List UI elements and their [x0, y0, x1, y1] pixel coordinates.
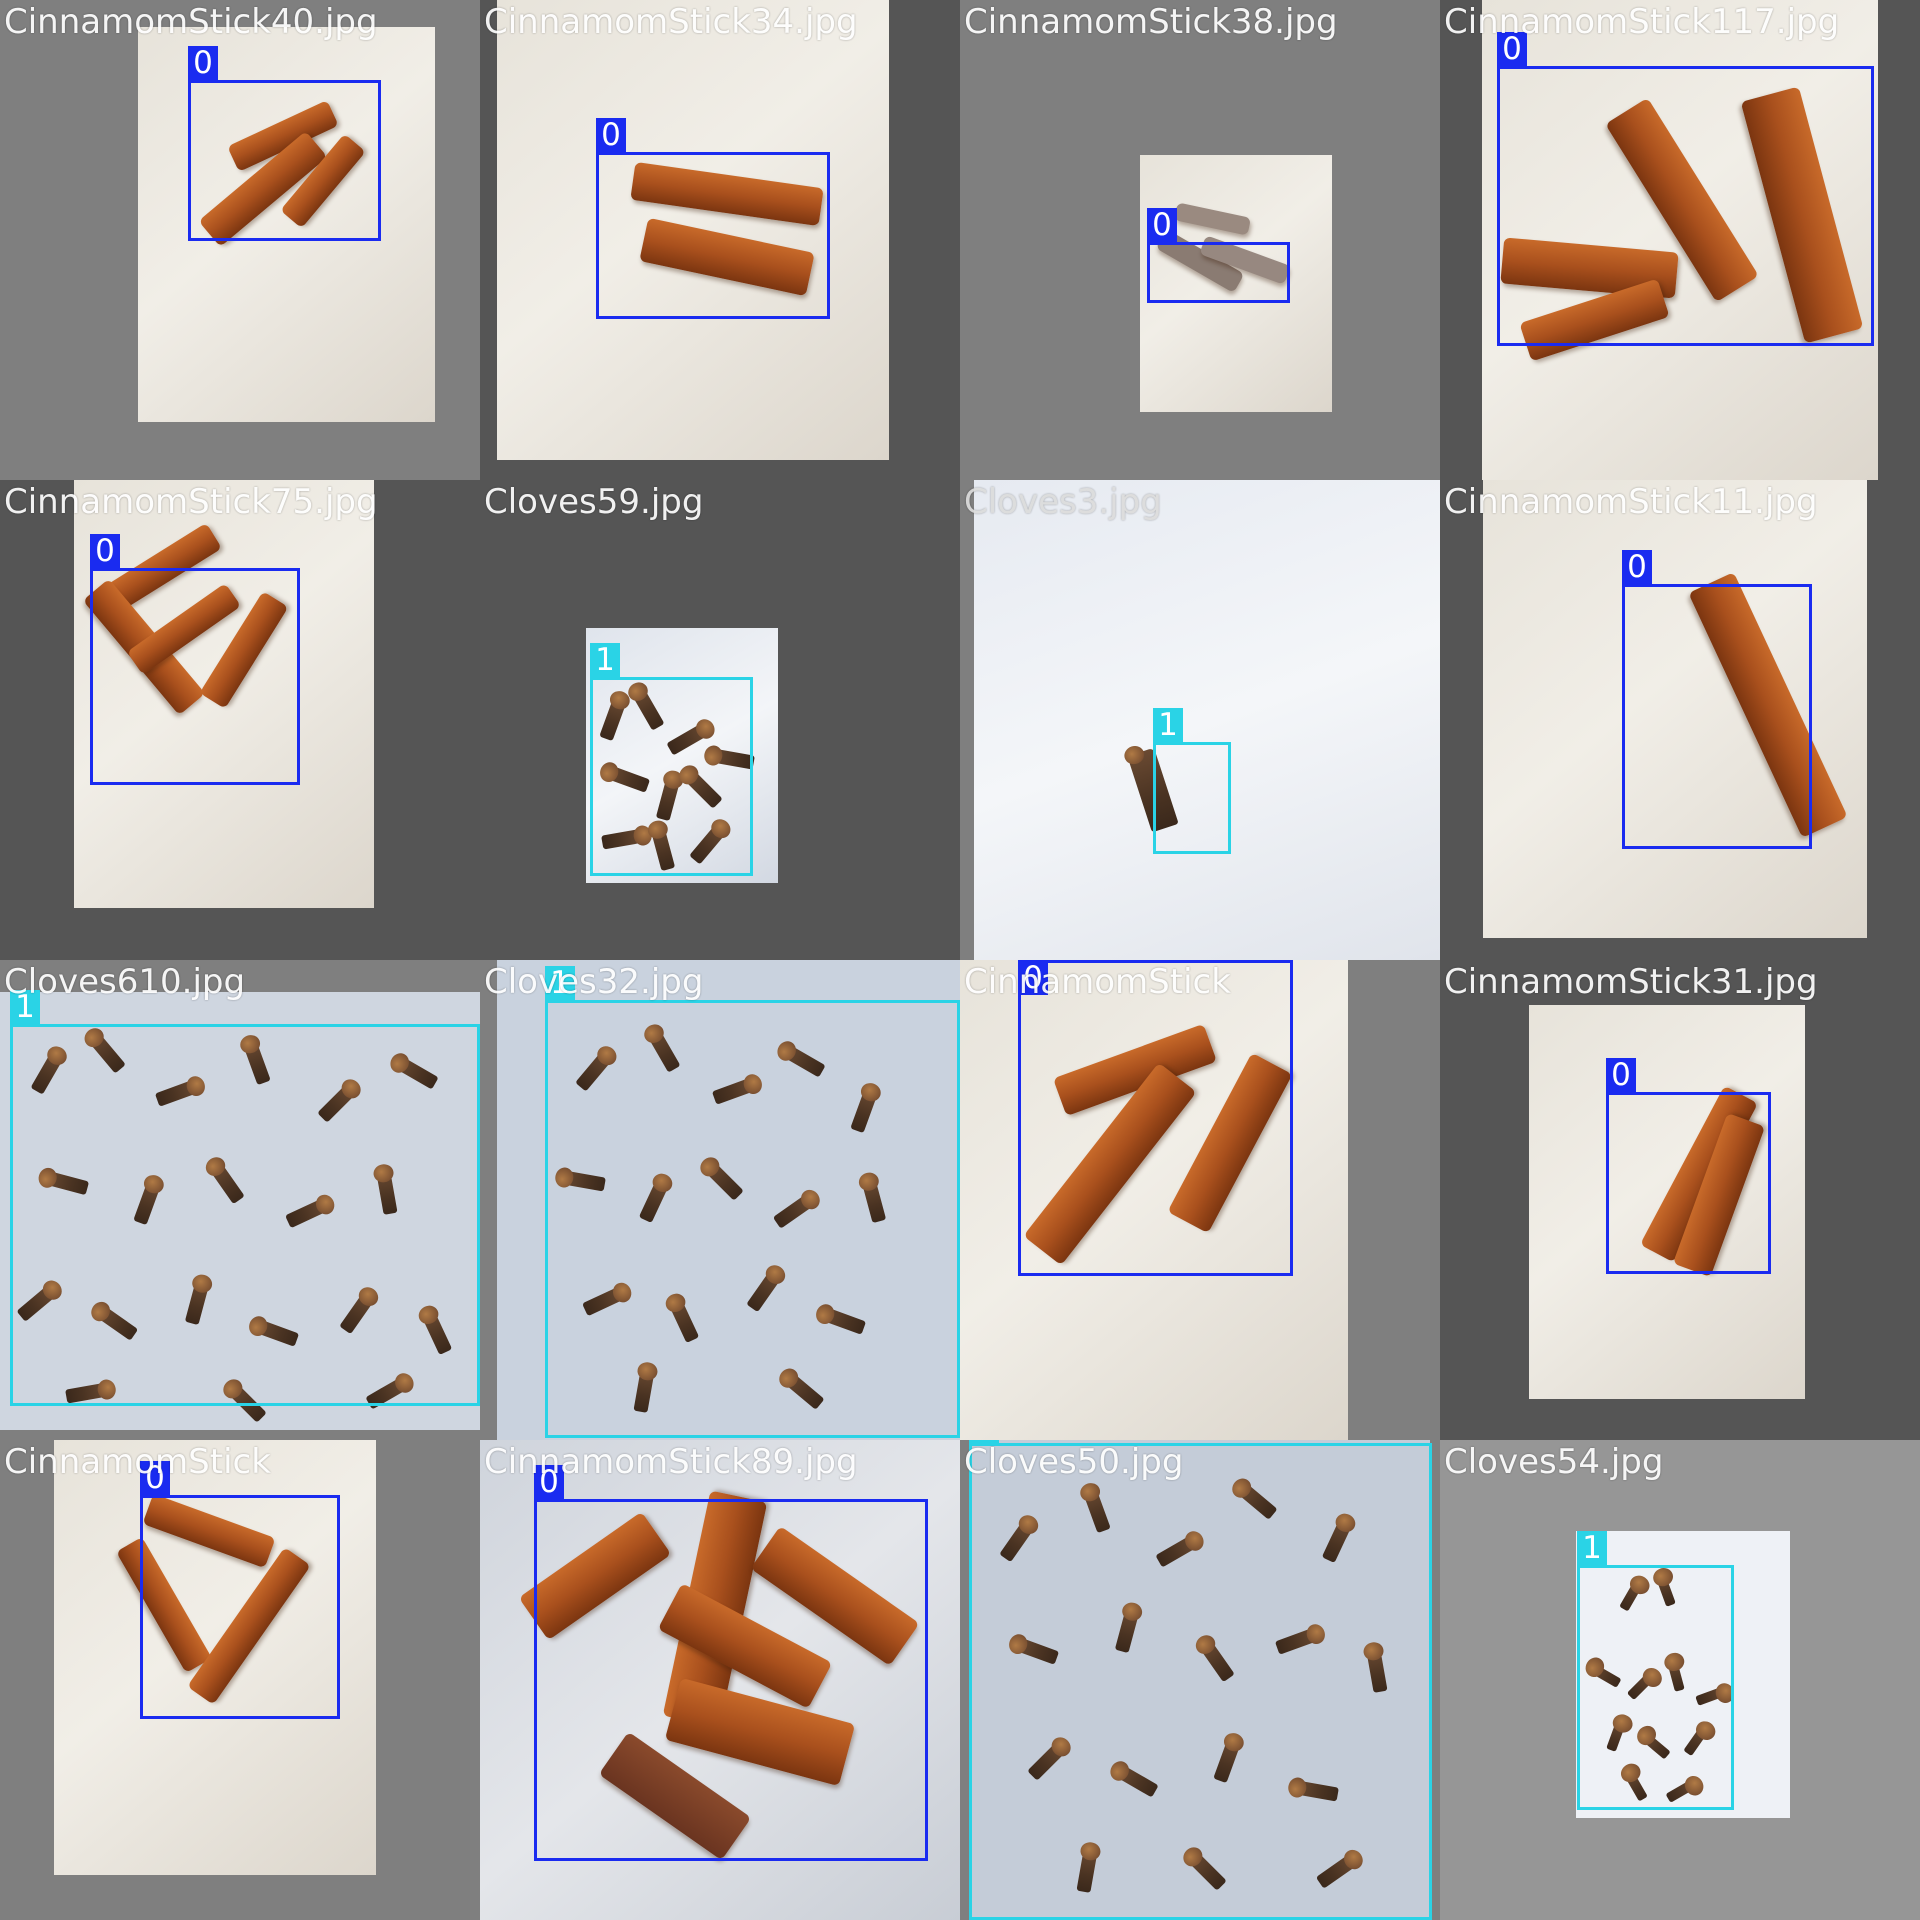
image-filename: CinnamomStick75.jpg: [4, 482, 378, 522]
image-filename: Cloves610.jpg: [4, 962, 246, 1002]
bounding-box: 0: [140, 1461, 340, 1719]
bounding-box: 0: [1606, 1058, 1771, 1274]
bounding-box: 1: [1153, 708, 1231, 854]
image-filename: CinnamomStick89.jpg: [484, 1442, 858, 1482]
bounding-box: 0: [596, 118, 830, 319]
image-filename: CinnamomStick: [964, 962, 1231, 1002]
tile-cloves50: 1 Cloves50.jpg: [960, 1440, 1440, 1920]
photo: [974, 480, 1440, 960]
image-filename: CinnamomStick117.jpg: [1444, 2, 1840, 42]
image-filename: CinnamomStick11.jpg: [1444, 482, 1818, 522]
image-filename: Cloves59.jpg: [484, 482, 704, 522]
tile-cloves610: 1 Cloves610.jpg: [0, 960, 480, 1440]
image-filename: Cloves54.jpg: [1444, 1442, 1664, 1482]
bounding-box: 0: [1018, 960, 1293, 1276]
class-label: 0: [188, 46, 218, 81]
image-filename: Cloves32.jpg: [484, 962, 704, 1002]
bounding-box: 1: [10, 990, 480, 1406]
tile-cinnamomstick11: 0 CinnamomStick11.jpg: [1440, 480, 1920, 960]
tile-cloves3: 1 Cloves3.jpg: [960, 480, 1440, 960]
tile-cinnamomstick38: 0 CinnamomStick38.jpg: [960, 0, 1440, 480]
bounding-box: 0: [1147, 208, 1290, 303]
tile-cloves32: 1 Cloves32.jpg: [480, 960, 960, 1440]
image-filename: CinnamomStick34.jpg: [484, 2, 858, 42]
bounding-box: 1: [969, 1440, 1432, 1920]
bounding-box: 0: [90, 534, 300, 785]
image-filename: CinnamomStick: [4, 1442, 271, 1482]
image-filename: CinnamomStick38.jpg: [964, 2, 1338, 42]
image-filename: CinnamomStick31.jpg: [1444, 962, 1818, 1002]
image-filename: CinnamomStick40.jpg: [4, 2, 378, 42]
class-label: 0: [1606, 1058, 1636, 1093]
tile-cinnamomstick75: 0 CinnamomStick75.jpg: [0, 480, 480, 960]
tile-cinnamomstick31: 0 CinnamomStick31.jpg: [1440, 960, 1920, 1440]
class-label: 1: [1577, 1531, 1607, 1566]
tile-cinnamomstick117: 0 CinnamomStick117.jpg: [1440, 0, 1920, 480]
class-label: 1: [1153, 708, 1183, 743]
bounding-box: 1: [545, 966, 960, 1438]
class-label: 0: [596, 118, 626, 153]
tile-cloves59: 1 Cloves59.jpg: [480, 480, 960, 960]
tile-cloves54: 1 Cloves54.jpg: [1440, 1440, 1920, 1920]
class-label: 0: [90, 534, 120, 569]
bounding-box: 1: [1577, 1531, 1734, 1810]
tile-cinnamomstick89: 0 CinnamomStick89.jpg: [480, 1440, 960, 1920]
tile-cinnamomstick-b: 0 CinnamomStick: [0, 1440, 480, 1920]
cinnamon-stick: [1173, 202, 1252, 236]
class-label: 0: [1622, 550, 1652, 585]
tile-cinnamomstick34: 0 CinnamomStick34.jpg: [480, 0, 960, 480]
tile-cinnamomstick-a: 0 CinnamomStick: [960, 960, 1440, 1440]
bounding-box: 1: [590, 643, 753, 876]
image-filename: Cloves50.jpg: [964, 1442, 1184, 1482]
tile-cinnamomstick40: 0 CinnamomStick40.jpg: [0, 0, 480, 480]
bounding-box: 0: [188, 46, 381, 241]
bounding-box: 0: [1622, 550, 1812, 849]
bounding-box: 0: [1497, 32, 1874, 346]
image-filename: Cloves3.jpg: [964, 482, 1162, 522]
class-label: 1: [590, 643, 620, 678]
bounding-box: 0: [534, 1465, 928, 1861]
detection-mosaic: 0 CinnamomStick40.jpg 0 CinnamomStick34.…: [0, 0, 1920, 1920]
class-label: 0: [1147, 208, 1177, 243]
